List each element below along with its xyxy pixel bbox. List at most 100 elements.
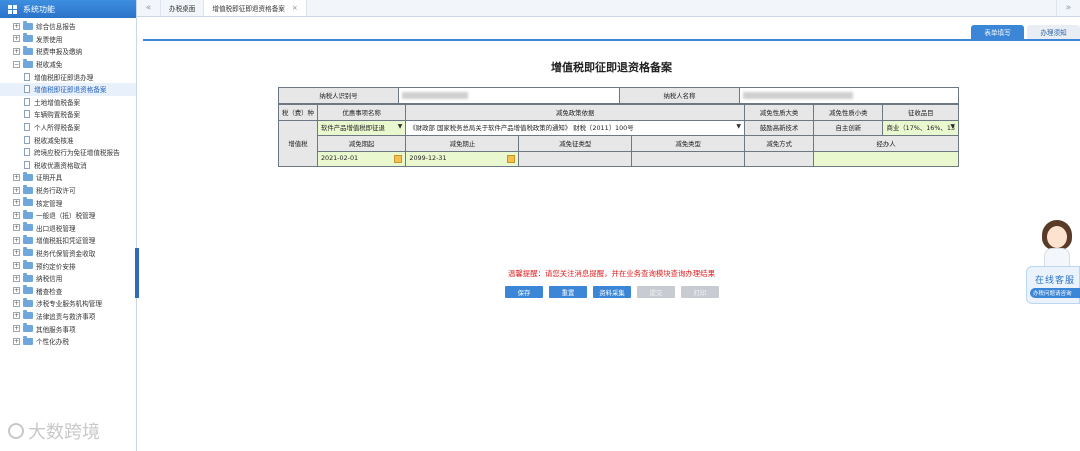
submit-button[interactable]: 提交 [637,286,675,298]
sidebar-item-label: 税务代保管资金收取 [36,249,96,258]
folder-icon [23,45,33,55]
header-end: 减免期止 [405,135,520,152]
sidebar-item-label: 发票使用 [36,35,63,44]
chevron-down-icon: ▼ [397,123,403,131]
sidebar-subitem[interactable]: 土地增值税备案 [0,96,136,109]
preferential-item-value: 软件产品增值税即征退 [320,124,385,133]
sidebar-item[interactable]: + 纳税信用 [0,272,136,285]
save-button[interactable]: 保存 [505,286,543,298]
sidebar-item[interactable]: + 涉税专业服务机构管理 [0,297,136,310]
sidebar-item[interactable]: + 综合信息报告 [0,20,136,33]
sidebar-item[interactable]: − 税收减免 [0,58,136,71]
service-subtitle[interactable]: 办税问题请咨询 [1030,288,1080,298]
sidebar-item[interactable]: + 个性化办税 [0,335,136,348]
sidebar-item-label: 预约定价安排 [36,262,76,271]
policy-basis-select[interactable]: ▼ 《财政部 国家税务总局关于软件产品增值税政策的通知》 财税〔2011〕100… [405,119,745,136]
sidebar-item[interactable]: + 税务行政许可 [0,184,136,197]
expand-icon[interactable]: + [13,211,20,219]
expand-icon[interactable]: + [13,22,20,30]
sidebar-item[interactable]: + 预约定价安排 [0,259,136,272]
sidebar-item-label: 一般退（抵）税管理 [36,212,96,221]
start-date-field[interactable]: 2021-02-01 [316,150,407,167]
expand-icon[interactable]: + [13,224,20,232]
sidebar-item-label: 车辆购置税备案 [34,111,81,120]
sidebar-item[interactable]: + 发票使用 [0,33,136,46]
folder-icon [23,310,33,320]
sidebar-header[interactable]: 系统功能 [0,0,136,18]
sidebar-subitem[interactable]: 税收优惠资格取消 [0,159,136,172]
sidebar-item[interactable]: + 核定管理 [0,196,136,209]
tab-vat-refund-filing[interactable]: 增值税即征即退资格备案 × [204,0,307,16]
sidebar-subitem[interactable]: 增值税即征即退办理 [0,70,136,83]
sidebar-collapse-handle[interactable] [135,248,139,298]
collection-item-select[interactable]: ▼ 商业（17%、16%、13 [882,119,959,136]
folder-icon [23,297,33,307]
expand-icon[interactable]: + [13,236,20,244]
sidebar-subitem[interactable]: 个人所得税备案 [0,121,136,134]
sidebar-item[interactable]: + 增值税抵扣凭证管理 [0,234,136,247]
folder-icon [23,285,33,295]
expand-icon[interactable]: + [13,47,20,55]
calendar-icon[interactable] [507,155,516,164]
sidebar-item[interactable]: + 税费申报及缴纳 [0,45,136,58]
print-button[interactable]: 打印 [681,286,719,298]
expand-icon[interactable]: + [13,249,20,257]
expand-icon[interactable]: + [13,199,20,207]
sidebar-subitem[interactable]: 跨境应税行为免征增值税报告 [0,146,136,159]
expand-icon[interactable]: + [13,35,20,43]
sidebar-item-label: 税费申报及缴纳 [36,48,83,57]
header-start: 减免期起 [316,135,407,152]
sidebar-subitem[interactable]: 税收减免核准 [0,133,136,146]
relief-type-field [631,150,745,167]
sidebar-item-label: 证明开具 [36,174,63,183]
sidebar-item[interactable]: + 一般退（抵）税管理 [0,209,136,222]
sidebar-item-label: 税收减免核准 [34,136,74,145]
taxpayer-info-table: 纳税人识别号 纳税人名称 [278,87,959,104]
expand-icon[interactable]: + [13,312,20,320]
header-relief-type: 减免类型 [631,135,745,152]
action-buttons: 保存 重置 资料采集 提交 打印 [505,286,719,298]
online-service-widget[interactable]: 在线客服 办税问题请咨询 [1026,220,1080,305]
end-date-field[interactable]: 2099-12-31 [405,150,520,167]
handler-field[interactable] [813,150,959,167]
preferential-item-select[interactable]: ▼ 软件产品增值税即征退 [316,119,407,136]
sidebar-item[interactable]: + 证明开具 [0,171,136,184]
grid-icon [8,4,17,14]
subtab-notice[interactable]: 办理须知 [1027,25,1080,39]
tab-label: 增值税即征即退资格备案 [212,5,285,13]
collect-materials-button[interactable]: 资料采集 [593,286,631,298]
expand-icon[interactable]: + [13,186,20,194]
expand-icon[interactable]: + [13,337,20,345]
expand-icon[interactable]: + [13,274,20,282]
reset-button[interactable]: 重置 [549,286,587,298]
sidebar-item-label: 增值税抵扣凭证管理 [36,237,96,246]
expand-icon[interactable]: + [13,262,20,270]
sidebar-item[interactable]: + 税务代保管资金收取 [0,247,136,260]
expand-icon[interactable]: + [13,299,20,307]
nature-major-value: 鼓励高新技术 [743,119,815,136]
folder-icon [23,222,33,232]
tabs-back-button[interactable]: « [137,0,161,16]
folder-icon [23,20,33,30]
tab-close-icon[interactable]: × [292,4,298,12]
expand-icon[interactable]: + [13,173,20,181]
folder-icon [23,247,33,257]
calendar-icon[interactable] [394,155,403,164]
tab-desktop[interactable]: 办税桌面 [161,0,205,16]
folder-icon [23,171,33,181]
folder-icon [23,197,33,207]
subtab-form-fill[interactable]: 表单填写 [971,25,1024,39]
expand-icon[interactable]: + [13,287,20,295]
service-box[interactable]: 在线客服 办税问题请咨询 [1026,266,1080,304]
collapse-icon[interactable]: − [13,60,20,68]
service-avatar-icon [1040,220,1074,268]
sidebar-item[interactable]: + 法律追责与救济事项 [0,310,136,323]
sidebar-item[interactable]: + 出口退税管理 [0,222,136,235]
sidebar-subitem[interactable]: 增值税即征即退资格备案 [0,82,136,96]
tabs-forward-button[interactable]: » [1056,0,1080,16]
sidebar-item[interactable]: + 稽查检查 [0,284,136,297]
sidebar-item[interactable]: + 其他服务事项 [0,322,136,335]
expand-icon[interactable]: + [13,325,20,333]
folder-icon [23,209,33,219]
sidebar-subitem[interactable]: 车辆购置税备案 [0,108,136,121]
